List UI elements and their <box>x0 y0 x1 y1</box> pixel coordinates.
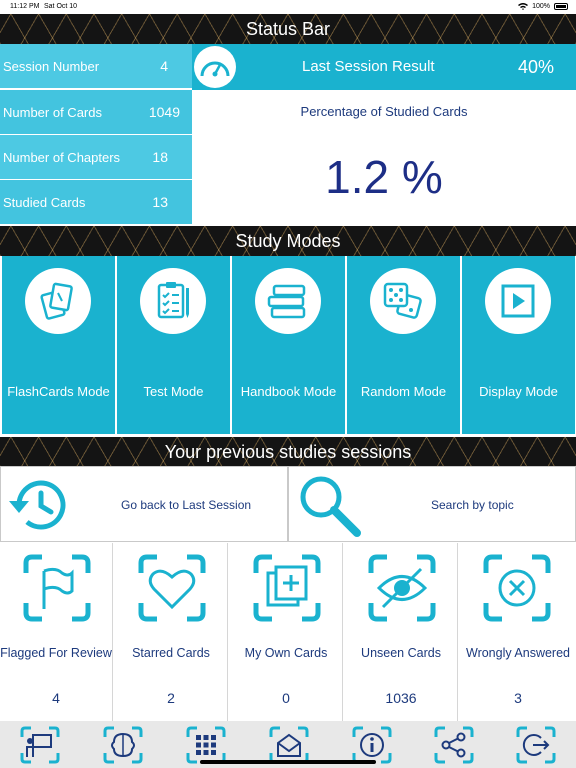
flag-icon <box>23 554 91 622</box>
status-bar-title: Status Bar <box>245 18 331 39</box>
stat-number-of-chapters: Number of Chapters 18 <box>0 135 192 179</box>
category-label: Starred Cards <box>132 646 210 660</box>
add-card-icon <box>253 554 321 622</box>
stat-number-of-cards: Number of Cards 1049 <box>0 90 192 134</box>
go-back-last-session-button[interactable]: Go back to Last Session <box>0 466 288 542</box>
device-time: 11:12 PM <box>10 3 40 10</box>
exit-icon[interactable] <box>515 725 557 765</box>
heart-icon <box>138 554 206 622</box>
stat-label: Number of Cards <box>3 105 102 120</box>
info-icon[interactable] <box>351 725 393 765</box>
category-count: 2 <box>167 690 175 706</box>
wrongly-answered-card[interactable]: Wrongly Answered 3 <box>460 543 576 721</box>
stat-label: Session Number <box>3 59 100 74</box>
category-label: Unseen Cards <box>361 646 441 660</box>
stat-studied-cards: Studied Cards 13 <box>0 180 192 224</box>
category-count: 0 <box>282 690 290 706</box>
home-indicator <box>200 760 376 764</box>
device-date: Sat Oct 10 <box>44 3 78 10</box>
stat-label: Number of Chapters <box>3 150 121 165</box>
test-mode-button[interactable]: Test Mode <box>117 256 230 434</box>
stat-value: 18 <box>152 149 168 165</box>
stat-label: Studied Cards <box>3 195 86 210</box>
category-count: 3 <box>514 690 522 706</box>
unseen-cards-card[interactable]: Unseen Cards 1036 <box>345 543 458 721</box>
category-label: My Own Cards <box>244 646 328 660</box>
search-label: Search by topic <box>431 498 514 512</box>
battery-icon <box>554 2 568 10</box>
device-status-bar: 11:12 PM Sat Oct 10 100% <box>0 0 576 14</box>
share-icon[interactable] <box>433 725 475 765</box>
wifi-icon <box>518 3 529 10</box>
search-icon <box>300 476 361 537</box>
status-bar-banner: Status Bar <box>0 14 576 44</box>
battery-percent: 100% <box>532 2 550 10</box>
mail-icon[interactable] <box>268 725 310 765</box>
books-icon <box>255 268 321 334</box>
study-modes-title: Study Modes <box>235 230 341 251</box>
last-session-value: 40% <box>517 57 554 77</box>
stat-value: 1049 <box>148 104 180 120</box>
mode-label: Random Mode <box>360 384 447 399</box>
my-own-cards-card[interactable]: My Own Cards 0 <box>230 543 343 721</box>
handbook-mode-button[interactable]: Handbook Mode <box>232 256 345 434</box>
checklist-icon <box>140 268 206 334</box>
brain-icon[interactable] <box>102 725 144 765</box>
stat-session-number: Session Number 4 <box>0 44 192 88</box>
search-by-topic-button[interactable]: Search by topic <box>288 466 576 542</box>
mode-label: Display Mode <box>479 384 558 399</box>
speedometer-icon <box>194 46 236 88</box>
category-label: Flagged For Review <box>0 646 112 660</box>
stat-value: 13 <box>152 194 168 210</box>
flashcards-mode-button[interactable]: FlashCards Mode <box>2 256 115 434</box>
history-icon <box>9 480 66 530</box>
flashcards-icon <box>25 268 91 334</box>
category-count: 1036 <box>385 690 417 706</box>
studied-percentage-value: 1.2 % <box>325 151 443 203</box>
play-icon <box>485 268 551 334</box>
go-back-label: Go back to Last Session <box>121 498 252 512</box>
flagged-for-review-card[interactable]: Flagged For Review 4 <box>0 543 113 721</box>
grid-icon[interactable] <box>185 725 227 765</box>
previous-sessions-banner: Your previous studies sessions <box>0 437 576 467</box>
eye-off-icon <box>368 554 436 622</box>
mode-label: FlashCards Mode <box>7 384 110 399</box>
x-circle-icon <box>483 554 551 622</box>
dice-icon <box>370 268 436 334</box>
random-mode-button[interactable]: Random Mode <box>347 256 460 434</box>
presentation-icon[interactable] <box>19 725 61 765</box>
last-session-result[interactable]: Last Session Result 40% <box>192 44 576 90</box>
category-count: 4 <box>52 690 60 706</box>
studied-percentage-caption: Percentage of Studied Cards <box>300 104 468 119</box>
category-label: Wrongly Answered <box>466 646 570 660</box>
last-session-label: Last Session Result <box>302 58 435 75</box>
mode-label: Handbook Mode <box>240 384 337 399</box>
previous-sessions-title: Your previous studies sessions <box>164 441 412 462</box>
starred-cards-card[interactable]: Starred Cards 2 <box>115 543 228 721</box>
display-mode-button[interactable]: Display Mode <box>462 256 575 434</box>
mode-label: Test Mode <box>143 384 204 399</box>
study-modes-banner: Study Modes <box>0 226 576 256</box>
stat-value: 4 <box>160 58 168 74</box>
